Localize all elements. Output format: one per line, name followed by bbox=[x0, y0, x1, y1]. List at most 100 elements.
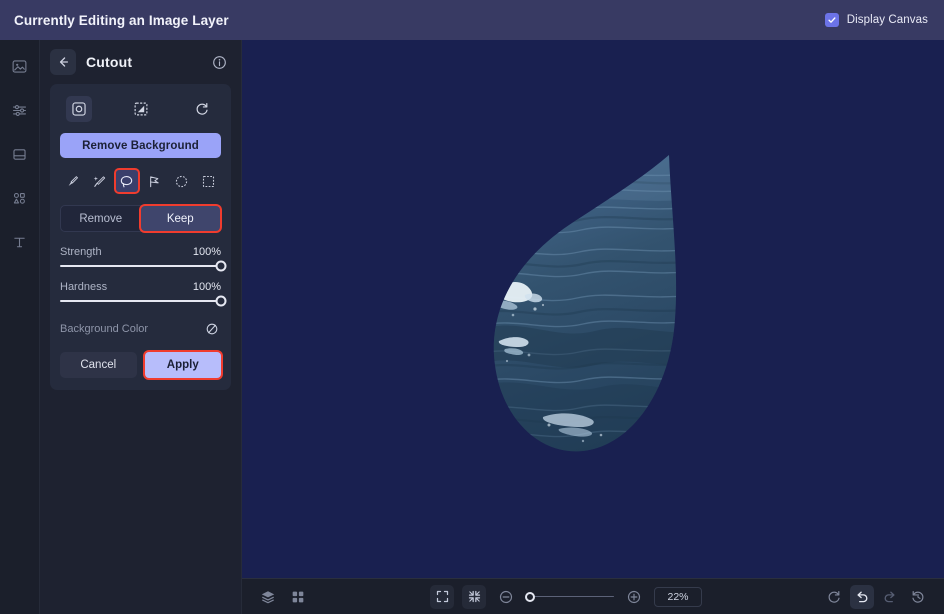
sidebar-item-text[interactable] bbox=[6, 228, 34, 256]
history-button[interactable] bbox=[906, 585, 930, 609]
editor-body: Cutout Remove Background Remove Keep Str… bbox=[0, 40, 944, 614]
hardness-slider-knob[interactable] bbox=[215, 295, 227, 307]
zoom-controls: 22% bbox=[430, 584, 702, 609]
hardness-value: 100% bbox=[192, 281, 221, 293]
magic-wand-tool-button[interactable] bbox=[88, 170, 110, 192]
rectangle-select-tool-icon bbox=[203, 175, 215, 187]
shrink-to-fit-button[interactable] bbox=[462, 584, 486, 609]
strength-slider-track[interactable] bbox=[60, 260, 227, 272]
zoom-in-button[interactable] bbox=[622, 585, 646, 609]
hardness-label: Hardness bbox=[60, 281, 108, 293]
cutout-object-mode-button[interactable] bbox=[66, 96, 92, 122]
history-controls bbox=[822, 584, 930, 609]
image-editor-app: Currently Editing an Image Layer Display… bbox=[0, 0, 944, 614]
reset-view-icon bbox=[828, 590, 840, 603]
strength-label: Strength bbox=[60, 246, 102, 258]
magic-wand-tool-icon bbox=[93, 175, 106, 187]
panel-action-row: Cancel Apply bbox=[60, 352, 221, 378]
strength-slider-row: Strength 100% bbox=[60, 246, 221, 258]
cancel-button[interactable]: Cancel bbox=[60, 352, 137, 378]
polygon-lasso-tool-button[interactable] bbox=[143, 170, 165, 192]
strength-slider-knob[interactable] bbox=[215, 260, 227, 272]
layers-button[interactable] bbox=[256, 585, 280, 609]
hardness-slider-track[interactable] bbox=[60, 295, 227, 307]
mask-contrast-icon bbox=[134, 102, 147, 116]
editing-status-title: Currently Editing an Image Layer bbox=[14, 12, 229, 28]
zoom-slider-knob[interactable] bbox=[524, 591, 535, 602]
strength-slider-block: Strength 100% bbox=[60, 246, 227, 272]
reset-mode-button[interactable] bbox=[189, 96, 215, 122]
sidebar-item-adjustments[interactable] bbox=[6, 96, 34, 124]
polygon-lasso-tool-icon bbox=[149, 175, 159, 187]
display-canvas-label[interactable]: Display Canvas bbox=[847, 14, 928, 26]
ellipse-select-tool-icon bbox=[175, 175, 188, 187]
hardness-slider-block: Hardness 100% bbox=[60, 281, 227, 307]
cutout-object-icon bbox=[72, 102, 86, 116]
background-color-row: Background Color bbox=[60, 319, 221, 338]
zoom-level-value[interactable]: 22% bbox=[654, 586, 702, 607]
fit-to-screen-button[interactable] bbox=[430, 584, 454, 609]
remove-segment-button[interactable]: Remove bbox=[61, 206, 141, 231]
bottom-toolbar: 22% bbox=[242, 578, 944, 614]
text-icon bbox=[14, 237, 25, 247]
background-color-swatch[interactable] bbox=[202, 319, 221, 338]
grid-button[interactable] bbox=[286, 585, 310, 609]
display-canvas-checkbox[interactable] bbox=[824, 13, 839, 27]
adjustments-icon bbox=[12, 104, 27, 116]
top-bar-right: Display Canvas bbox=[824, 13, 928, 27]
canvas-area: 22% bbox=[242, 40, 944, 614]
redo-button[interactable] bbox=[878, 585, 902, 609]
strength-value: 100% bbox=[192, 246, 221, 258]
zoom-out-icon bbox=[499, 590, 513, 603]
frame-icon bbox=[13, 148, 26, 160]
undo-icon bbox=[857, 591, 868, 602]
cutout-panel: Cutout Remove Background Remove Keep Str… bbox=[40, 40, 242, 614]
zoom-out-button[interactable] bbox=[494, 585, 518, 609]
mode-button-row bbox=[60, 94, 221, 122]
no-color-icon bbox=[206, 323, 217, 334]
image-layer-teardrop[interactable] bbox=[483, 149, 703, 469]
cutout-card: Remove Background Remove Keep Strength 1… bbox=[50, 84, 231, 390]
left-tool-rail bbox=[0, 40, 40, 614]
remove-keep-segmented-control: Remove Keep bbox=[60, 205, 221, 232]
mask-contrast-mode-button[interactable] bbox=[128, 96, 154, 122]
info-icon bbox=[212, 55, 226, 69]
rectangle-select-tool-button[interactable] bbox=[198, 170, 220, 192]
zoom-in-icon bbox=[627, 590, 641, 603]
image-icon bbox=[12, 59, 27, 73]
remove-background-button[interactable]: Remove Background bbox=[60, 133, 221, 158]
sidebar-item-image[interactable] bbox=[6, 52, 34, 80]
canvas[interactable] bbox=[242, 40, 944, 578]
grid-icon bbox=[292, 591, 304, 602]
water-photo-content bbox=[493, 155, 677, 452]
reset-view-button[interactable] bbox=[822, 585, 846, 609]
panel-header: Cutout bbox=[50, 40, 231, 84]
lasso-tool-button[interactable] bbox=[115, 170, 138, 192]
arrow-left-icon bbox=[59, 57, 69, 67]
ellipse-select-tool-button[interactable] bbox=[171, 170, 193, 192]
apply-button[interactable]: Apply bbox=[144, 352, 221, 378]
check-icon bbox=[828, 17, 836, 23]
top-bar: Currently Editing an Image Layer Display… bbox=[0, 0, 944, 40]
redo-icon bbox=[884, 591, 895, 602]
keep-segment-button[interactable]: Keep bbox=[140, 206, 220, 231]
shapes-icon bbox=[13, 192, 25, 204]
fit-to-screen-icon bbox=[436, 590, 448, 603]
info-button[interactable] bbox=[209, 52, 229, 72]
undo-button[interactable] bbox=[850, 584, 874, 609]
background-color-label: Background Color bbox=[60, 322, 149, 335]
history-icon bbox=[912, 590, 924, 603]
sidebar-item-frame[interactable] bbox=[6, 140, 34, 168]
zoom-slider-track[interactable] bbox=[524, 591, 614, 602]
layers-icon bbox=[261, 590, 275, 603]
lasso-tool-icon bbox=[121, 175, 133, 187]
back-button[interactable] bbox=[50, 49, 76, 75]
panel-title: Cutout bbox=[86, 54, 133, 70]
sidebar-item-shapes[interactable] bbox=[6, 184, 34, 212]
hardness-slider-row: Hardness 100% bbox=[60, 281, 221, 293]
brush-tool-button[interactable] bbox=[61, 170, 83, 192]
reset-refresh-icon bbox=[196, 102, 208, 115]
shrink-to-fit-icon bbox=[468, 590, 480, 603]
selection-tool-row bbox=[60, 170, 221, 192]
brush-tool-icon bbox=[68, 175, 78, 186]
